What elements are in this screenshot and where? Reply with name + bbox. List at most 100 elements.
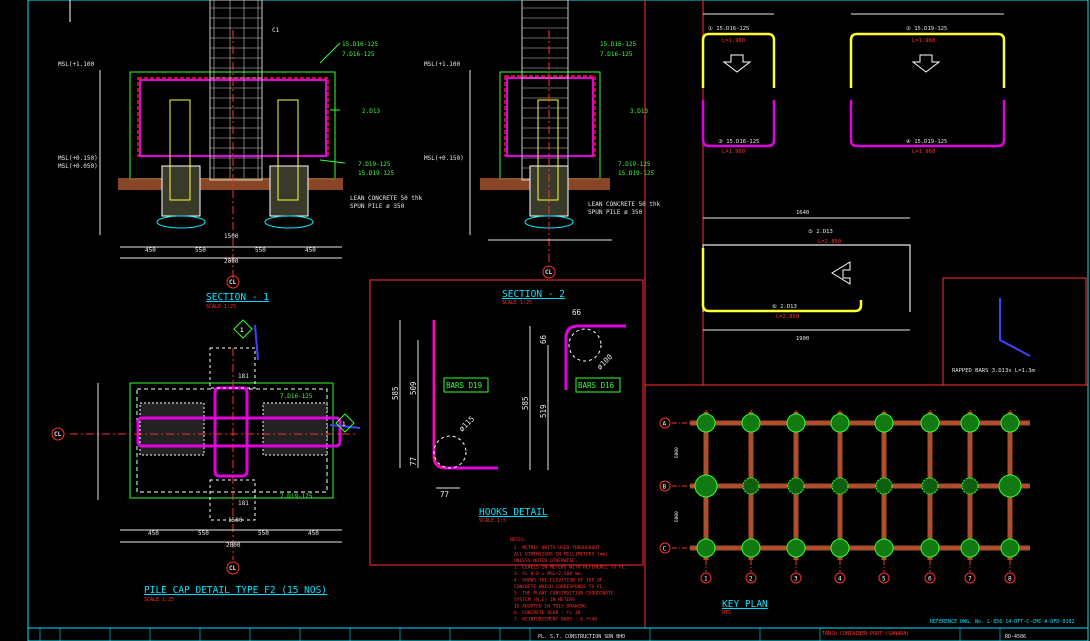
key-plan-pile-cap bbox=[787, 477, 805, 495]
cl-marker-section-1: CL bbox=[229, 279, 237, 286]
plan-dim-2000: 2000 bbox=[226, 542, 241, 549]
key-plan-pile-cap bbox=[741, 413, 761, 433]
bars-d19-label: BARS D19 bbox=[446, 381, 482, 390]
hook-d16-bend bbox=[568, 328, 602, 362]
reference-drawing: REFERENCE DWG. No. L-856-14-DFT-C-CMC-A-… bbox=[930, 619, 1075, 625]
key-plan-pile-cap bbox=[696, 538, 716, 558]
arrow-down-icon bbox=[911, 54, 941, 73]
key-plan-pile-cap bbox=[875, 477, 893, 495]
bar-5-dim-1640: 1640 bbox=[796, 210, 809, 216]
bar-6-label: ⑥ 2.D13 bbox=[772, 303, 797, 310]
bar-shape-6 bbox=[701, 248, 863, 313]
key-plan-drawing: A B C 1 2 3 4 5 6 7 8 6000 6000 bbox=[659, 410, 1030, 584]
lean-concrete-note: LEAN CONCRETE 50 thk bbox=[350, 195, 423, 202]
key-plan-pile-cap bbox=[874, 538, 894, 558]
project-title: TANJU CONTAINER PORT (SANARA) bbox=[822, 631, 909, 637]
bar-1-length: L=1.960 bbox=[722, 38, 745, 44]
dim-550-left: 550 bbox=[195, 247, 206, 254]
note-line: IS ADOPTED IN THIS DRAWING. bbox=[514, 604, 589, 610]
key-plan-col-label: 1 bbox=[704, 576, 708, 583]
cl-marker-plan-left: CL bbox=[54, 431, 62, 438]
hook-d16-66-side: 66 bbox=[539, 334, 548, 344]
section-2-callout-7d16: 7.D16-125 bbox=[600, 51, 633, 58]
lap-bars-note: RAPPED BARS 3.D13x L=1.3m bbox=[952, 368, 1035, 374]
arrow-down-icon bbox=[722, 54, 752, 73]
hook-d16-radius: ø100 bbox=[595, 352, 614, 371]
note-line: 6. CONCRETE SLAB : fc 30 bbox=[514, 610, 581, 616]
drawing-number: RD-4506 bbox=[1005, 634, 1026, 640]
hooks-detail-title: HOOKS DETAIL bbox=[479, 507, 548, 518]
plan-dim-1500: 1500 bbox=[228, 517, 243, 524]
key-plan-pile-cap bbox=[831, 477, 849, 495]
note-line: 1. METRIC UNITS USED THROUGHOUT. bbox=[514, 545, 603, 551]
cl-marker-section-2: CL bbox=[545, 269, 553, 276]
arrow-left-icon bbox=[831, 261, 851, 285]
note-line: 2. LEVELS IN METERS WITH REFERENCE TO FL… bbox=[514, 565, 627, 571]
note-line: UNLESS NOTED OTHERWISE. bbox=[514, 558, 578, 564]
bar-shape-5-outline bbox=[702, 244, 911, 312]
key-plan-pile-cap bbox=[998, 474, 1022, 498]
section-2-callout-15d16: 15.D16-125 bbox=[600, 41, 637, 48]
bar-4-label: ④ 15.D19-125 bbox=[906, 138, 947, 145]
level-msl-mid: MSL(+0.150) bbox=[58, 155, 98, 162]
key-plan-col-label: 8 bbox=[1008, 576, 1012, 583]
leader-bar-1 bbox=[319, 42, 341, 64]
level-msl-top: MSL(+1.100 bbox=[58, 61, 95, 68]
key-plan-col-label: 2 bbox=[749, 576, 753, 583]
bar-callout-7d16: 7.D16-125 bbox=[342, 51, 375, 58]
hook-d19-509: 509 bbox=[409, 381, 418, 395]
section-2-title: SECTION - 2 bbox=[502, 289, 565, 300]
hooks-detail-frame bbox=[369, 279, 644, 566]
section-2-column bbox=[521, 0, 569, 181]
key-plan-pile-cap bbox=[1000, 538, 1020, 558]
bar-2-length: L=1.960 bbox=[912, 38, 935, 44]
lap-bar-shape bbox=[999, 298, 1031, 357]
bar-callout-15d19: 15.D19-125 bbox=[358, 170, 395, 177]
section-2-pile-note: SPUN PILE ø 350 bbox=[588, 209, 643, 216]
pile-cap-title: PILE CAP DETAIL TYPE F2 (15 NOS) bbox=[144, 585, 327, 596]
bar-5-length: L=2.850 bbox=[818, 239, 841, 245]
bar-4-length: L=1.960 bbox=[912, 149, 935, 155]
dim-450-right: 450 bbox=[305, 247, 316, 254]
bar-6-dim-1900: 1900 bbox=[796, 336, 809, 342]
key-plan-pile-cap bbox=[960, 413, 980, 433]
key-plan-col-label: 4 bbox=[838, 576, 842, 583]
section-2-scale: SCALE 1:25 bbox=[502, 300, 532, 306]
key-plan-row-label: A bbox=[663, 421, 667, 428]
section-2-callout-7d19: 7.D19-125 bbox=[618, 161, 651, 168]
cad-drawing-canvas: A B C 1 2 3 4 5 6 7 8 6000 6000 C1 MSL(+1.100 MSL(+0… bbox=[0, 0, 1090, 641]
section-2-rebar-cage bbox=[506, 77, 594, 157]
key-plan-pile-cap bbox=[961, 477, 979, 495]
section-2-level-top: MSL(+1.100 bbox=[424, 61, 461, 68]
hook-d16-519: 519 bbox=[539, 404, 548, 418]
cl-marker-plan-bottom: CL bbox=[229, 565, 237, 572]
hook-d19-585: 585 bbox=[391, 386, 400, 400]
column-c1-stub bbox=[209, 0, 263, 181]
hook-d19-77-vert: 77 bbox=[409, 457, 418, 466]
section-1-scale: SCALE 1:25 bbox=[206, 304, 236, 310]
key-plan-pile-cap bbox=[694, 474, 718, 498]
bar-callout-7d19: 7.D19-125 bbox=[358, 161, 391, 168]
plan-dim-450-right: 450 bbox=[308, 530, 319, 537]
note-line: 7. REINFORCEMENT BARS : D.fY40 bbox=[514, 617, 597, 623]
key-plan-pile-cap bbox=[920, 413, 940, 433]
hooks-detail-drawing bbox=[399, 320, 626, 489]
key-plan-pile-cap bbox=[786, 413, 806, 433]
bar-3-length: L=1.960 bbox=[722, 149, 745, 155]
note-line: CONCRETE WHICH CORRESPONDS TO FL. bbox=[514, 584, 605, 590]
bars-d16-label: BARS D16 bbox=[578, 381, 615, 390]
bar-1-label: ① 15.D16-125 bbox=[708, 25, 749, 32]
company-name: PL. S.T. CONSTRUCTION SDN BHD bbox=[538, 634, 625, 640]
hook-d19-outline bbox=[433, 320, 447, 469]
key-plan-dim: 6000 bbox=[674, 511, 680, 522]
plan-dim-550-right: 550 bbox=[258, 530, 269, 537]
pile-cap-scale: SCALE 1:25 bbox=[144, 597, 174, 603]
key-plan-pile-cap bbox=[830, 413, 850, 433]
key-plan-pile-cap bbox=[920, 538, 940, 558]
dim-450-left: 450 bbox=[145, 247, 156, 254]
pile-top-right bbox=[264, 215, 314, 229]
hook-d19-radius: ø115 bbox=[457, 414, 476, 433]
bar-2-label: ② 15.D19-125 bbox=[906, 25, 947, 32]
plan-vertical-stirrup bbox=[213, 386, 249, 478]
section-2-level-mid: MSL(+0.150) bbox=[424, 155, 464, 162]
